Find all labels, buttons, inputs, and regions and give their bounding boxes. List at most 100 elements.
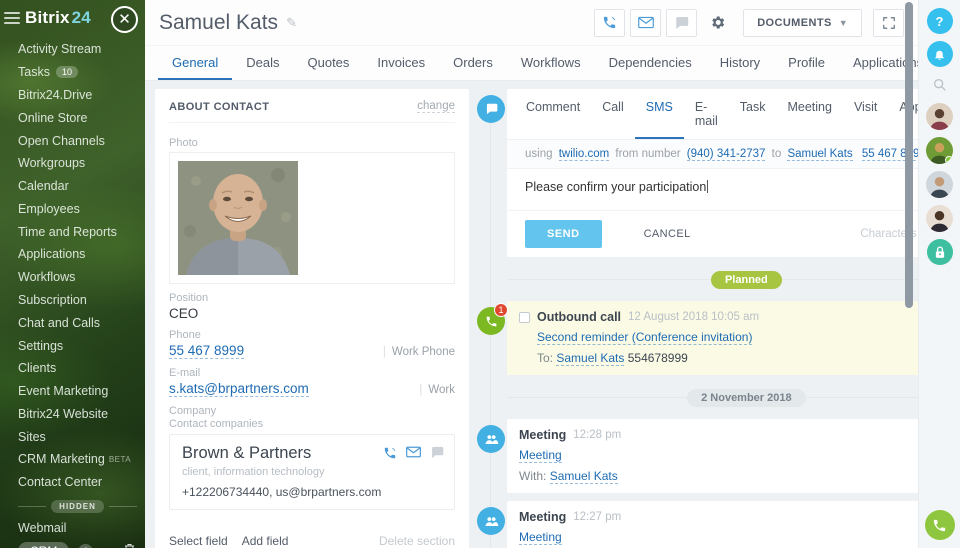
composer-tab-call[interactable]: Call: [591, 89, 635, 139]
composer-tab-meeting[interactable]: Meeting: [776, 89, 842, 139]
avatar[interactable]: [926, 171, 953, 198]
sms-provider-link[interactable]: twilio.com: [558, 148, 610, 161]
menu-hamburger-icon[interactable]: [4, 12, 20, 24]
composer-tab-email[interactable]: E-mail: [684, 89, 729, 139]
contact-photo[interactable]: [169, 152, 455, 284]
add-field-link[interactable]: Add field: [242, 534, 289, 548]
from-number-link[interactable]: (940) 341-2737: [686, 148, 766, 161]
sms-message-input[interactable]: Please confirm your participation: [507, 169, 918, 211]
call-number: 554678999: [627, 351, 688, 365]
sidebar-item-calendar[interactable]: Calendar: [18, 175, 145, 198]
tab-dependencies[interactable]: Dependencies: [595, 46, 706, 80]
sidebar-item-subscription[interactable]: Subscription: [18, 289, 145, 312]
sidebar-item-applications[interactable]: Applications: [18, 243, 145, 266]
sidebar-item-settings[interactable]: Settings: [18, 334, 145, 357]
tab-general[interactable]: General: [158, 46, 233, 80]
using-label: using: [525, 148, 553, 160]
vertical-scrollbar[interactable]: [905, 2, 913, 308]
call-subject-link[interactable]: Second reminder (Conference invitation): [537, 330, 753, 345]
composer-tab-comment[interactable]: Comment: [515, 89, 591, 139]
sidebar-item-bitrix24-drive[interactable]: Bitrix24.Drive: [18, 84, 145, 107]
select-field-link[interactable]: Select field: [169, 534, 228, 548]
tab-history[interactable]: History: [706, 46, 774, 80]
close-menu-button[interactable]: ✕: [111, 6, 138, 33]
online-status-dot: [945, 156, 953, 164]
meeting-title: Meeting: [519, 510, 567, 524]
cancel-button[interactable]: CANCEL: [644, 228, 691, 240]
sidebar-item-crm-marketing[interactable]: CRM Marketing BETA: [18, 448, 145, 471]
sidebar-item-contact-center[interactable]: Contact Center: [18, 471, 145, 494]
sidebar-item-tasks[interactable]: Tasks 10: [18, 61, 145, 84]
composer-tab-applications[interactable]: Applications: [888, 89, 918, 139]
sidebar-item-event-marketing[interactable]: Event Marketing: [18, 380, 145, 403]
composer-tab-task[interactable]: Task: [729, 89, 777, 139]
crm-count-badge: 1: [78, 543, 94, 548]
email-value-link[interactable]: s.kats@brpartners.com: [169, 381, 309, 397]
company-call-icon[interactable]: [383, 446, 397, 460]
chevron-down-icon: ▼: [838, 17, 848, 28]
call-title: Outbound call: [537, 310, 622, 324]
meeting-person-link[interactable]: Samuel Kats: [549, 469, 618, 484]
company-chat-icon[interactable]: [430, 446, 444, 460]
sidebar-item-workflows[interactable]: Workflows: [18, 266, 145, 289]
company-email-icon[interactable]: [406, 446, 421, 460]
tab-profile[interactable]: Profile: [774, 46, 839, 80]
composer-tab-sms[interactable]: SMS: [635, 89, 684, 139]
help-icon[interactable]: ?: [926, 8, 953, 34]
edit-title-icon[interactable]: ✎: [286, 15, 297, 31]
delete-section-link[interactable]: Delete section: [379, 534, 455, 548]
about-change-link[interactable]: change: [417, 100, 455, 113]
email-button[interactable]: [630, 8, 662, 37]
call-recipient-link[interactable]: Samuel Kats: [556, 351, 625, 366]
avatar[interactable]: [926, 137, 953, 164]
timeline: Comment Call SMS E-mail Task Meeting Vis…: [477, 89, 918, 548]
expand-view-button[interactable]: [873, 8, 904, 37]
tab-workflows[interactable]: Workflows: [507, 46, 595, 80]
sidebar-item-crm[interactable]: CRM: [18, 542, 70, 548]
sidebar-item-time-and-reports[interactable]: Time and Reports: [18, 220, 145, 243]
tab-invoices[interactable]: Invoices: [363, 46, 439, 80]
avatar[interactable]: [926, 205, 953, 232]
date-badge: 2 November 2018: [687, 389, 806, 407]
notifications-bell-icon[interactable]: [926, 41, 953, 67]
phone-type[interactable]: Work Phone: [392, 346, 455, 358]
trash-icon[interactable]: [124, 542, 135, 548]
phone-value-link[interactable]: 55 467 8999: [169, 343, 245, 359]
app-logo[interactable]: Bitrix 24: [25, 8, 91, 28]
avatar[interactable]: [926, 103, 953, 130]
sidebar-item-open-channels[interactable]: Open Channels: [18, 129, 145, 152]
recipient-name-link[interactable]: Samuel Kats: [787, 148, 853, 161]
sidebar-item-employees[interactable]: Employees: [18, 197, 145, 220]
call-button[interactable]: [594, 8, 626, 37]
sidebar-item-chat-and-calls[interactable]: Chat and Calls: [18, 311, 145, 334]
sidebar-item-activity-stream[interactable]: Activity Stream: [18, 38, 145, 61]
send-button[interactable]: SEND: [525, 220, 602, 248]
documents-dropdown-button[interactable]: DOCUMENTS ▼: [743, 8, 862, 37]
sidebar-item-sites[interactable]: Sites: [18, 425, 145, 448]
search-icon[interactable]: [932, 77, 948, 93]
tab-quotes[interactable]: Quotes: [294, 46, 364, 80]
settings-gear-icon[interactable]: [702, 9, 732, 37]
meeting-icon: [477, 507, 505, 535]
sidebar-item-online-store[interactable]: Online Store: [18, 106, 145, 129]
sidebar-item-workgroups[interactable]: Workgroups: [18, 152, 145, 175]
telephony-call-icon[interactable]: [924, 510, 955, 540]
sidebar: Bitrix 24 Activity Stream Tasks 10 Bitrix2…: [0, 0, 145, 548]
sidebar-item-clients[interactable]: Clients: [18, 357, 145, 380]
composer-tab-visit[interactable]: Visit: [843, 89, 888, 139]
hidden-items-divider: HIDDEN: [18, 499, 145, 513]
outbound-call-icon: 1: [477, 303, 508, 335]
chat-button[interactable]: [666, 8, 698, 37]
call-to-label: To:: [537, 351, 554, 365]
meeting-subject-link[interactable]: Meeting: [519, 530, 562, 545]
restricted-lock-icon[interactable]: [926, 239, 953, 265]
about-section-title: ABOUT CONTACT: [169, 100, 270, 113]
sidebar-item-webmail[interactable]: Webmail: [18, 517, 145, 540]
call-checkbox[interactable]: [519, 311, 530, 323]
email-type[interactable]: Work: [428, 384, 455, 396]
tab-deals[interactable]: Deals: [232, 46, 293, 80]
tab-orders[interactable]: Orders: [439, 46, 507, 80]
sidebar-item-bitrix24-website[interactable]: Bitrix24 Website: [18, 403, 145, 426]
meeting-subject-link[interactable]: Meeting: [519, 448, 562, 463]
sms-icon: [477, 95, 505, 123]
